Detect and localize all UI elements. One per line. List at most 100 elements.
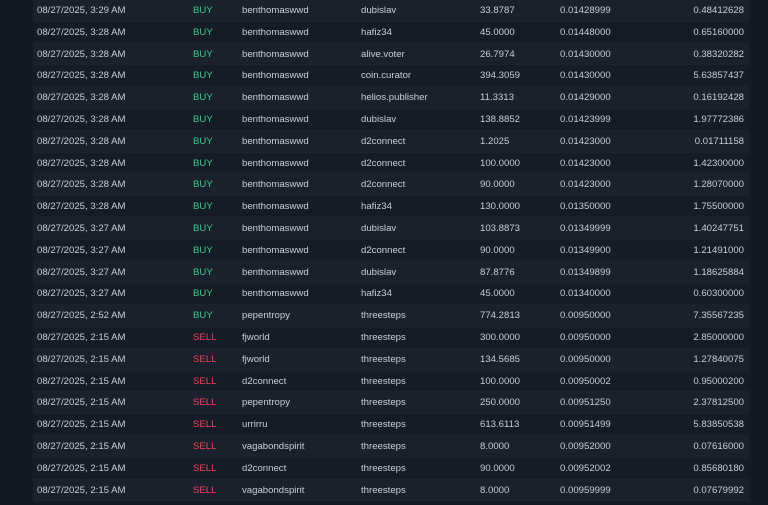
- trade-amount: 11.3313: [480, 92, 514, 104]
- trade-buyer[interactable]: benthomaswwd: [242, 174, 309, 196]
- trade-buyer[interactable]: benthomaswwd: [242, 0, 309, 22]
- trade-buyer[interactable]: benthomaswwd: [242, 153, 309, 175]
- trade-buyer[interactable]: urrirru: [242, 414, 268, 436]
- trade-date: 08/27/2025, 2:15 AM: [37, 353, 126, 365]
- trade-total: 0.07616000: [693, 440, 744, 452]
- trade-buyer[interactable]: d2connect: [242, 458, 286, 480]
- trade-price: 0.01423999: [560, 113, 611, 125]
- trade-seller[interactable]: hafiz34: [361, 283, 392, 305]
- trade-type: SELL: [193, 440, 217, 452]
- trade-total: 0.48412628: [693, 5, 744, 16]
- trade-price: 0.01430000: [560, 48, 611, 60]
- trade-price: 0.01448000: [560, 26, 611, 38]
- trade-seller[interactable]: threesteps: [361, 414, 406, 436]
- trade-seller[interactable]: threesteps: [361, 458, 406, 480]
- trade-seller[interactable]: threesteps: [361, 436, 406, 458]
- trade-amount: 138.8852: [480, 113, 521, 125]
- trade-seller[interactable]: threesteps: [361, 392, 406, 414]
- trade-seller[interactable]: dubislav: [361, 0, 396, 22]
- trade-price: 0.01349899: [560, 266, 611, 278]
- trade-total: 0.65160000: [693, 26, 744, 38]
- trade-seller[interactable]: helios.publisher: [361, 87, 428, 109]
- table-row: 08/27/2025, 3:27 AM BUY benthomaswwd dubisl…: [33, 261, 749, 284]
- trade-amount: 394.3059: [480, 70, 521, 82]
- trade-buyer[interactable]: benthomaswwd: [242, 44, 309, 66]
- trade-buyer[interactable]: benthomaswwd: [242, 262, 309, 284]
- trade-total: 0.95000200: [693, 375, 744, 387]
- trade-date: 08/27/2025, 3:28 AM: [37, 26, 126, 38]
- trade-buyer[interactable]: benthomaswwd: [242, 131, 309, 153]
- trade-seller[interactable]: threesteps: [361, 327, 406, 349]
- trade-history-table: 08/27/2025, 3:29 AM BUY benthomaswwd dubisl…: [33, 0, 749, 502]
- trade-seller[interactable]: d2connect: [361, 240, 405, 262]
- table-row: 08/27/2025, 2:15 AM SELL d2connect threeste…: [33, 457, 749, 480]
- trade-type: BUY: [193, 244, 213, 256]
- trade-price: 0.01423000: [560, 135, 611, 147]
- trade-type: SELL: [193, 462, 217, 474]
- trade-price: 0.00950000: [560, 353, 611, 365]
- trade-seller[interactable]: threesteps: [361, 480, 406, 502]
- table-row: 08/27/2025, 3:28 AM BUY benthomaswwd d2conn…: [33, 152, 749, 175]
- trade-seller[interactable]: hafiz34: [361, 196, 392, 218]
- trade-buyer[interactable]: pepentropy: [242, 392, 290, 414]
- trade-type: BUY: [193, 157, 213, 169]
- trade-seller[interactable]: d2connect: [361, 131, 405, 153]
- trade-total: 1.75500000: [693, 201, 744, 213]
- trade-buyer[interactable]: vagabondspirit: [242, 436, 304, 458]
- trade-amount: 8.0000: [480, 440, 510, 452]
- trade-type: BUY: [193, 222, 213, 234]
- trade-amount: 26.7974: [480, 48, 515, 60]
- trade-buyer[interactable]: fjworld: [242, 327, 270, 349]
- trade-date: 08/27/2025, 3:28 AM: [37, 179, 126, 191]
- trade-buyer[interactable]: vagabondspirit: [242, 480, 304, 502]
- trade-buyer[interactable]: benthomaswwd: [242, 87, 309, 109]
- trade-seller[interactable]: threesteps: [361, 305, 406, 327]
- trade-buyer[interactable]: benthomaswwd: [242, 218, 309, 240]
- trade-type: SELL: [193, 375, 217, 387]
- trade-total: 1.40247751: [693, 222, 744, 234]
- trade-amount: 87.8776: [480, 266, 515, 278]
- trade-buyer[interactable]: benthomaswwd: [242, 196, 309, 218]
- trade-price: 0.00959999: [560, 484, 611, 496]
- trade-total: 1.42300000: [693, 157, 744, 169]
- trade-date: 08/27/2025, 3:29 AM: [37, 5, 126, 16]
- trade-date: 08/27/2025, 3:28 AM: [37, 201, 126, 213]
- trade-seller[interactable]: alive.voter: [361, 44, 405, 66]
- trade-buyer[interactable]: benthomaswwd: [242, 240, 309, 262]
- table-row: 08/27/2025, 3:27 AM BUY benthomaswwd d2conn…: [33, 239, 749, 262]
- trade-seller[interactable]: hafiz34: [361, 22, 392, 44]
- trade-total: 0.16192428: [693, 92, 744, 104]
- trade-buyer[interactable]: pepentropy: [242, 305, 290, 327]
- trade-amount: 45.0000: [480, 26, 515, 38]
- trade-seller[interactable]: coin.curator: [361, 65, 411, 87]
- trade-price: 0.01423000: [560, 179, 611, 191]
- trade-amount: 134.5685: [480, 353, 521, 365]
- table-row: 08/27/2025, 2:15 AM SELL d2connect threeste…: [33, 370, 749, 393]
- trade-type: BUY: [193, 48, 213, 60]
- trade-seller[interactable]: dubislav: [361, 262, 396, 284]
- trade-seller[interactable]: threesteps: [361, 371, 406, 393]
- trade-amount: 300.0000: [480, 331, 521, 343]
- trade-buyer[interactable]: fjworld: [242, 349, 270, 371]
- trade-buyer[interactable]: benthomaswwd: [242, 109, 309, 131]
- trade-type: SELL: [193, 484, 217, 496]
- trade-seller[interactable]: dubislav: [361, 109, 396, 131]
- table-row: 08/27/2025, 2:15 AM SELL fjworld threesteps…: [33, 326, 749, 349]
- trade-date: 08/27/2025, 3:28 AM: [37, 135, 126, 147]
- trade-buyer[interactable]: benthomaswwd: [242, 283, 309, 305]
- trade-type: BUY: [193, 266, 213, 278]
- trade-buyer[interactable]: benthomaswwd: [242, 65, 309, 87]
- table-row: 08/27/2025, 3:28 AM BUY benthomaswwd hafiz3…: [33, 196, 749, 218]
- trade-buyer[interactable]: benthomaswwd: [242, 22, 309, 44]
- trade-amount: 33.8787: [480, 5, 515, 16]
- trade-type: BUY: [193, 201, 213, 213]
- trade-buyer[interactable]: d2connect: [242, 371, 286, 393]
- trade-date: 08/27/2025, 2:15 AM: [37, 484, 126, 496]
- trade-date: 08/27/2025, 3:28 AM: [37, 113, 126, 125]
- trade-seller[interactable]: dubislav: [361, 218, 396, 240]
- trade-date: 08/27/2025, 3:28 AM: [37, 157, 126, 169]
- trade-type: BUY: [193, 288, 213, 300]
- trade-seller[interactable]: d2connect: [361, 174, 405, 196]
- trade-seller[interactable]: threesteps: [361, 349, 406, 371]
- trade-seller[interactable]: d2connect: [361, 153, 405, 175]
